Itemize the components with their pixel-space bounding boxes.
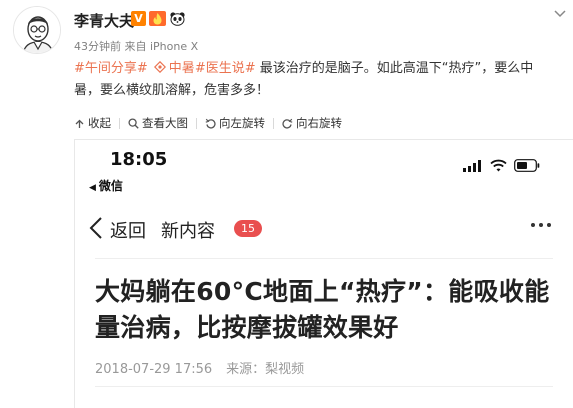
rotate-left-label: 向左旋转	[219, 116, 265, 130]
rotate-left-icon	[205, 118, 216, 128]
rotate-right-button[interactable]: 向右旋转	[282, 115, 342, 131]
rotate-left-button[interactable]: 向左旋转	[205, 115, 265, 131]
divider	[119, 117, 120, 129]
divider	[273, 117, 274, 129]
article-date: 2018-07-29 17:56	[95, 362, 213, 377]
post-body-text: 最该治疗的是脑子。如此高温下“热疗”，要么中	[255, 61, 534, 76]
fire-icon[interactable]	[149, 11, 166, 26]
article-meta: 2018-07-29 17:56 来源：梨视频	[95, 358, 304, 377]
rotate-right-label: 向右旋转	[296, 116, 342, 130]
more-icon[interactable]	[531, 223, 551, 227]
content-divider	[95, 386, 553, 387]
back-chevron-icon[interactable]	[88, 216, 104, 240]
collapse-button[interactable]: 收起	[74, 115, 111, 131]
back-to-wechat[interactable]: ◀ 微信	[89, 177, 123, 194]
author-name[interactable]: 李青大夫	[74, 10, 134, 31]
unread-count-badge: 15	[234, 220, 262, 237]
status-time: 18:05	[110, 149, 168, 170]
article-headline: 大妈躺在60°C地面上“热疗”：能吸收能量治病，比按摩拔罐效果好	[95, 277, 550, 342]
post-text: #午间分享# 中暑#医生说# 最该治疗的是脑子。如此高温下“热疗”，要么中 暑，…	[74, 58, 564, 102]
verified-v-icon[interactable]: V	[131, 11, 146, 26]
post-image[interactable]: 18:05 ◀ 微信 返回 新内容 15 大妈躺在60°C地面上“热疗”：能吸收能…	[74, 139, 573, 408]
topic-link[interactable]: #午间分享#	[74, 61, 148, 76]
post-time[interactable]: 43分钟前	[74, 40, 121, 53]
avatar[interactable]	[13, 6, 61, 54]
battery-icon	[514, 159, 540, 172]
back-arrow-icon: ◀	[89, 183, 96, 193]
chevron-down-icon[interactable]	[553, 6, 567, 20]
view-large-button[interactable]: 查看大图	[128, 115, 188, 131]
post-source: 来自 iPhone X	[124, 40, 199, 53]
topic-link[interactable]: #医生说#	[195, 61, 256, 76]
signal-icon	[463, 159, 481, 172]
nav-divider	[95, 258, 553, 259]
collapse-label: 收起	[88, 116, 111, 130]
rotate-right-icon	[282, 118, 293, 128]
article-nav-bar: 返回 新内容 15	[75, 210, 573, 250]
post-body-text: 暑，要么横纹肌溶解，危害多多！	[74, 83, 270, 98]
avatar-cartoon	[14, 7, 60, 53]
wifi-icon	[490, 159, 507, 172]
nav-back-button[interactable]: 返回	[110, 217, 146, 243]
location-link[interactable]: 中暑	[169, 61, 195, 76]
image-action-bar: 收起 查看大图 向左旋转 向右旋转	[74, 113, 342, 133]
panda-icon[interactable]	[169, 11, 186, 26]
location-icon	[153, 61, 166, 73]
article-source: 来源：梨视频	[226, 362, 305, 377]
search-icon	[128, 117, 139, 129]
status-icons	[463, 159, 540, 172]
divider	[196, 117, 197, 129]
author-badges: V	[131, 11, 186, 26]
nav-title: 新内容	[161, 221, 215, 242]
post-meta: 43分钟前 来自 iPhone X	[74, 38, 198, 54]
view-large-label: 查看大图	[142, 116, 188, 130]
collapse-icon	[75, 119, 84, 128]
back-app-label: 微信	[98, 179, 123, 193]
